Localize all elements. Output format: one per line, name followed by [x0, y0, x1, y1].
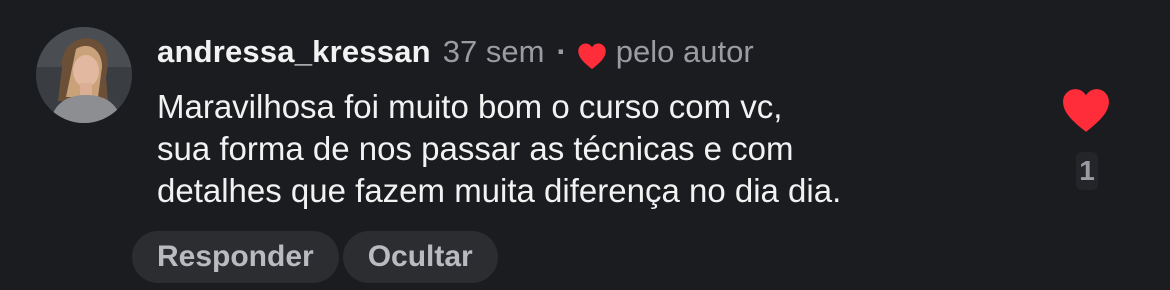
like-count[interactable]: 1	[1076, 152, 1098, 190]
comment-line: Maravilhosa foi muito bom o curso com vc…	[157, 88, 783, 125]
username[interactable]: andressa_kressan	[157, 30, 431, 74]
avatar[interactable]	[36, 27, 132, 123]
comment-actions: Responder Ocultar	[132, 231, 498, 283]
comment-line: sua forma de nos passar as técnicas e co…	[157, 130, 794, 167]
like-heart-icon[interactable]	[1061, 87, 1111, 133]
comment-time: 37 sem	[442, 34, 545, 69]
separator-dot: ·	[556, 34, 567, 69]
like-area: 1	[1058, 84, 1114, 194]
comment: andressa_kressan 37 sem · pelo autor Mar…	[0, 0, 1170, 290]
author-liked-heart-icon	[577, 38, 607, 70]
hide-button[interactable]: Ocultar	[342, 231, 498, 283]
comment-line: detalhes que fazem muita diferença no di…	[157, 172, 842, 209]
liked-by-author-label: pelo autor	[615, 34, 754, 69]
comment-header: andressa_kressan 37 sem · pelo autor	[157, 30, 754, 74]
reply-button[interactable]: Responder	[132, 231, 339, 283]
comment-text: Maravilhosa foi muito bom o curso com vc…	[157, 86, 1037, 212]
avatar-image	[36, 27, 132, 123]
